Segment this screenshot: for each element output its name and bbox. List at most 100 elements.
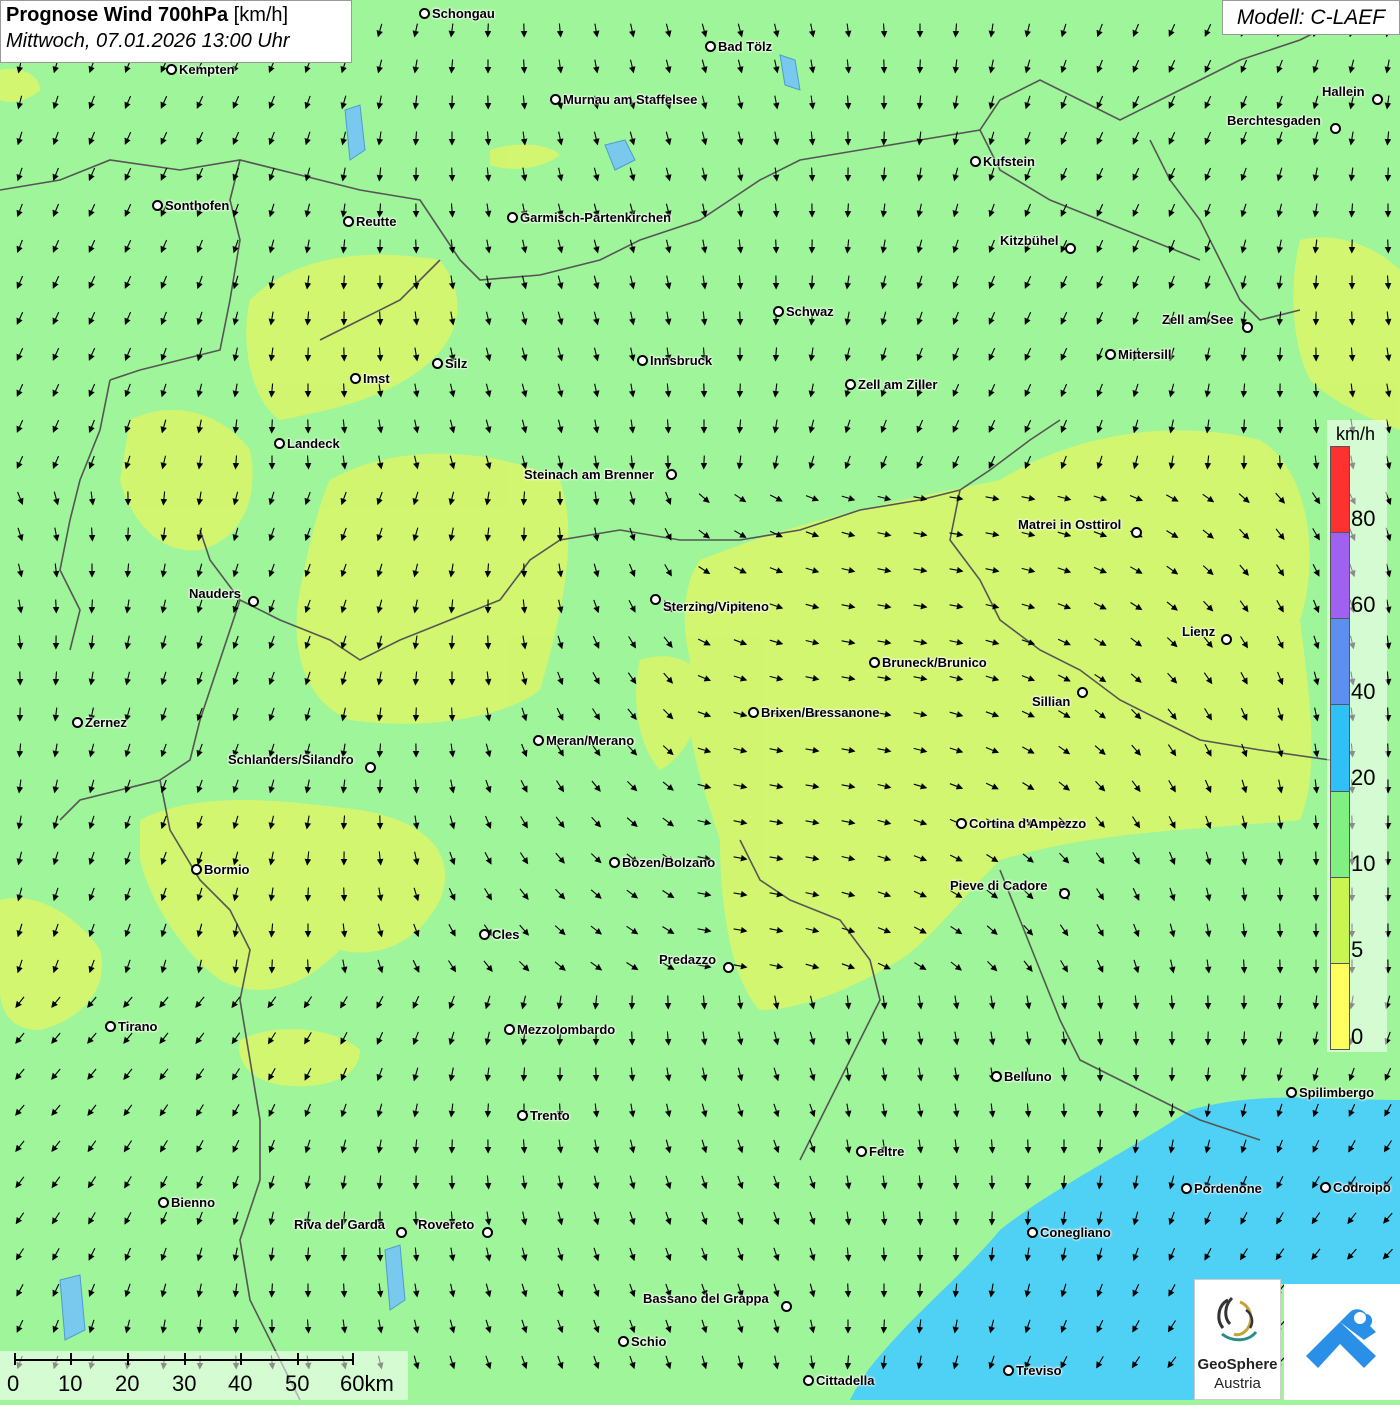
legend-tick-40: 40 [1351, 679, 1375, 705]
legend-seg-2 [1331, 619, 1349, 705]
city-label: Bozen/Bolzano [622, 855, 715, 870]
scale-tick [184, 1353, 186, 1365]
city-dot-icon [432, 358, 443, 369]
wind-arrow [416, 708, 417, 721]
city-label: Schio [631, 1334, 666, 1349]
scale-label: 50 [285, 1371, 309, 1397]
city-dot-icon [419, 8, 430, 19]
city-label: Nauders [189, 586, 241, 601]
legend-seg-1 [1331, 533, 1349, 619]
city-dot-icon [609, 857, 620, 868]
city-label: Imst [363, 371, 390, 386]
city-dot-icon [856, 1146, 867, 1157]
city-label: Bormio [204, 862, 250, 877]
city-label: Bassano del Grappa [643, 1291, 769, 1306]
legend-seg-5 [1331, 878, 1349, 964]
wind-arrow [1352, 312, 1353, 325]
wind-arrow [704, 456, 705, 469]
city-label: Predazzo [659, 952, 716, 967]
wind-arrow [308, 348, 309, 361]
city-label: Zell am See [1162, 312, 1234, 327]
scale-label: 40 [228, 1371, 252, 1397]
legend-unit: km/h [1336, 424, 1375, 445]
city-dot-icon [365, 762, 376, 773]
geosphere-logo[interactable]: GeoSphere Austria [1194, 1279, 1281, 1400]
city-dot-icon [1105, 349, 1116, 360]
legend-tick-80: 80 [1351, 506, 1375, 532]
legend-tick-60: 60 [1351, 592, 1375, 618]
city-label: Cles [492, 927, 519, 942]
legend-seg-0 [1331, 447, 1349, 533]
wind-arrow [740, 384, 741, 397]
wind-arrow [740, 312, 741, 325]
scale-tick [127, 1353, 129, 1365]
city-label: Innsbruck [650, 353, 712, 368]
city-dot-icon [1242, 322, 1253, 333]
city-dot-icon [550, 94, 561, 105]
wind-arrow [488, 636, 489, 649]
city-dot-icon [748, 707, 759, 718]
city-label: Kempten [179, 62, 235, 77]
city-label: Sterzing/Vipiteno [663, 599, 769, 614]
city-label: Conegliano [1040, 1225, 1111, 1240]
city-label: Brixen/Bressanone [761, 705, 880, 720]
city-dot-icon [343, 216, 354, 227]
city-label: Hallein [1322, 84, 1365, 99]
legend-tick-0: 0 [1351, 1024, 1363, 1050]
wind-arrow [236, 1320, 237, 1333]
city-label: Bad Tölz [718, 39, 772, 54]
wind-arrow [920, 60, 921, 73]
city-label: Rovereto [418, 1217, 474, 1232]
scale-label: 10 [58, 1371, 82, 1397]
city-dot-icon [773, 306, 784, 317]
wind-arrow [56, 600, 57, 613]
city-dot-icon [396, 1227, 407, 1238]
city-dot-icon [1372, 94, 1383, 105]
city-label: Riva del Garda [294, 1217, 385, 1232]
city-dot-icon [1003, 1365, 1014, 1376]
city-dot-icon [507, 212, 518, 223]
city-label: Murnau am Staffelsee [563, 92, 697, 107]
wind-arrow [920, 1284, 921, 1297]
wind-arrow [596, 1068, 597, 1081]
city-dot-icon [158, 1197, 169, 1208]
city-label: Spilimbergo [1299, 1085, 1374, 1100]
city-label: Zernez [85, 715, 127, 730]
city-dot-icon [166, 64, 177, 75]
city-dot-icon [517, 1110, 528, 1121]
city-dot-icon [869, 657, 880, 668]
scale-label: 0 [7, 1371, 19, 1397]
wind-arrow [488, 24, 489, 37]
wind-arrow [416, 240, 417, 253]
city-dot-icon [533, 735, 544, 746]
wind-arrow [1028, 1140, 1029, 1153]
forecast-datetime: Mittwoch, 07.01.2026 13:00 Uhr [6, 30, 346, 53]
legend-tick-5: 5 [1351, 937, 1363, 963]
city-dot-icon [152, 200, 163, 211]
city-dot-icon [1181, 1183, 1192, 1194]
city-label: Berchtesgaden [1227, 113, 1321, 128]
wind-arrow [1388, 240, 1389, 253]
city-label: Treviso [1016, 1363, 1062, 1378]
weather-app-logo[interactable] [1284, 1284, 1400, 1400]
city-label: Pordenone [1194, 1181, 1262, 1196]
city-dot-icon [479, 929, 490, 940]
city-dot-icon [191, 864, 202, 875]
city-dot-icon [248, 596, 259, 607]
scale-tick [297, 1353, 299, 1365]
map-title: Prognose Wind 700hPa [km/h] [6, 4, 346, 27]
city-dot-icon [803, 1375, 814, 1386]
city-dot-icon [105, 1021, 116, 1032]
city-dot-icon [970, 156, 981, 167]
city-dot-icon [781, 1301, 792, 1312]
scale-tick [70, 1353, 72, 1365]
logo-text-geosphere: GeoSphere [1195, 1356, 1280, 1373]
city-label: Schlanders/Silandro [228, 752, 354, 767]
wind-arrow [272, 960, 273, 973]
wind-arrow [1388, 744, 1389, 757]
wind-arrow [848, 1284, 849, 1297]
wind-arrow [128, 528, 129, 541]
map-title-unit: [km/h] [234, 4, 288, 26]
wind-arrow [380, 1248, 381, 1261]
wind-arrow [776, 240, 777, 253]
